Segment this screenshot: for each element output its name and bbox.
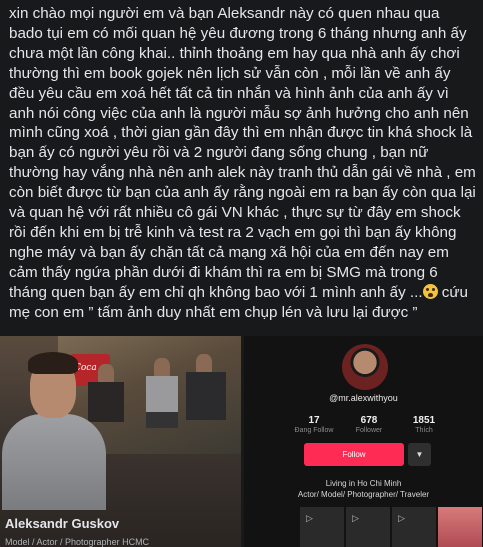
profile-subtitle: Model / Actor / Photographer HCMC xyxy=(5,537,150,547)
post-text: xin chào mọi người em và bạn Aleksandr n… xyxy=(9,4,477,323)
stat-followers-value: 678 xyxy=(360,415,378,426)
stat-likes[interactable]: 1851 Thích xyxy=(399,415,449,434)
tiktok-handle: @mr.alexwithyou xyxy=(329,393,398,403)
caret-down-icon[interactable]: ▼ xyxy=(408,443,431,466)
stat-following-value: 17 xyxy=(308,415,320,426)
play-icon: ▷ xyxy=(398,513,405,523)
post-body: xin chào mọi người em và bạn Aleksandr n… xyxy=(9,5,476,301)
bio-line-2: Actor/ Model/ Photographer/ Traveler xyxy=(297,490,430,499)
model-shorts xyxy=(146,412,178,428)
profile-name[interactable]: Aleksandr Guskov xyxy=(5,516,119,531)
follow-button[interactable]: Follow xyxy=(304,443,404,466)
profile-photo-hair xyxy=(28,352,78,374)
stat-following[interactable]: 17 Đang Follow xyxy=(289,415,339,434)
stat-likes-value: 1851 xyxy=(412,415,436,426)
play-icon: ▷ xyxy=(352,513,359,523)
profile-photo-shirt xyxy=(2,414,106,510)
stat-followers-label: Follower xyxy=(355,427,383,434)
bio-line-1: Living in Ho Chi Minh xyxy=(325,479,402,488)
tiktok-avatar[interactable] xyxy=(342,344,388,390)
stat-followers[interactable]: 678 Follower xyxy=(344,415,394,434)
play-icon: ▷ xyxy=(306,513,313,523)
profile-photo[interactable] xyxy=(0,342,112,512)
video-thumbnail[interactable]: ▷ xyxy=(300,507,344,547)
stat-likes-label: Thích xyxy=(415,427,433,434)
video-thumbnail[interactable] xyxy=(438,507,482,547)
model-shirt xyxy=(186,372,226,420)
model-head xyxy=(196,354,212,374)
model-shirt xyxy=(146,376,178,412)
tiktok-profile-card: @mr.alexwithyou 17 Đang Follow 678 Follo… xyxy=(244,336,483,547)
video-thumbnail[interactable]: ▷ xyxy=(392,507,436,547)
fearful-face-emoji-icon xyxy=(422,283,438,299)
model-head xyxy=(154,358,170,378)
stat-following-label: Đang Follow xyxy=(294,427,334,434)
video-thumbnail[interactable]: ▷ xyxy=(346,507,390,547)
